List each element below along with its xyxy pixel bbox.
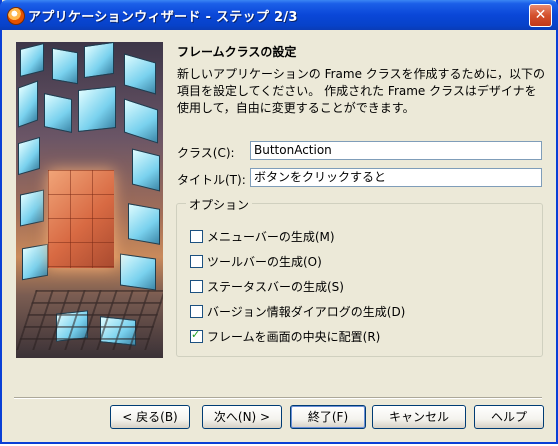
class-label: クラス(C):: [177, 146, 235, 160]
option-label: メニューバーの生成(M): [207, 230, 335, 244]
center-frame-checkbox[interactable]: [190, 328, 203, 343]
button-separator: [14, 397, 542, 399]
wizard-illustration: [16, 42, 163, 358]
option-label: ツールバーの生成(O): [207, 255, 322, 269]
title-input[interactable]: [250, 168, 542, 187]
finish-button[interactable]: 終了(F): [290, 405, 366, 429]
statusbar-checkbox[interactable]: [190, 280, 203, 293]
option-label: バージョン情報ダイアログの生成(D): [207, 305, 406, 319]
close-button[interactable]: ✕: [529, 4, 552, 27]
cancel-button[interactable]: キャンセル: [372, 405, 466, 429]
page-heading: フレームクラスの設定: [177, 45, 297, 59]
about-dialog-checkbox[interactable]: [190, 305, 203, 318]
back-button[interactable]: < 戻る(B): [110, 405, 190, 429]
class-input[interactable]: [250, 141, 542, 160]
next-button[interactable]: 次へ(N) >: [202, 405, 282, 429]
options-group-label: オプション: [186, 196, 253, 213]
help-button[interactable]: ヘルプ: [474, 405, 544, 429]
option-label: フレームを画面の中央に配置(R): [207, 330, 381, 344]
title-bar[interactable]: アプリケーションウィザード - ステップ 2/3 ✕: [0, 0, 558, 30]
page-description: 新しいアプリケーションの Frame クラスを作成するために，以下の項目を設定し…: [177, 67, 545, 115]
title-label: タイトル(T):: [177, 173, 246, 187]
app-icon: [7, 7, 25, 25]
toolbar-checkbox[interactable]: [190, 255, 203, 268]
menubar-checkbox[interactable]: [190, 230, 203, 243]
option-label: ステータスバーの生成(S): [207, 280, 344, 294]
window-title: アプリケーションウィザード - ステップ 2/3: [28, 10, 298, 25]
